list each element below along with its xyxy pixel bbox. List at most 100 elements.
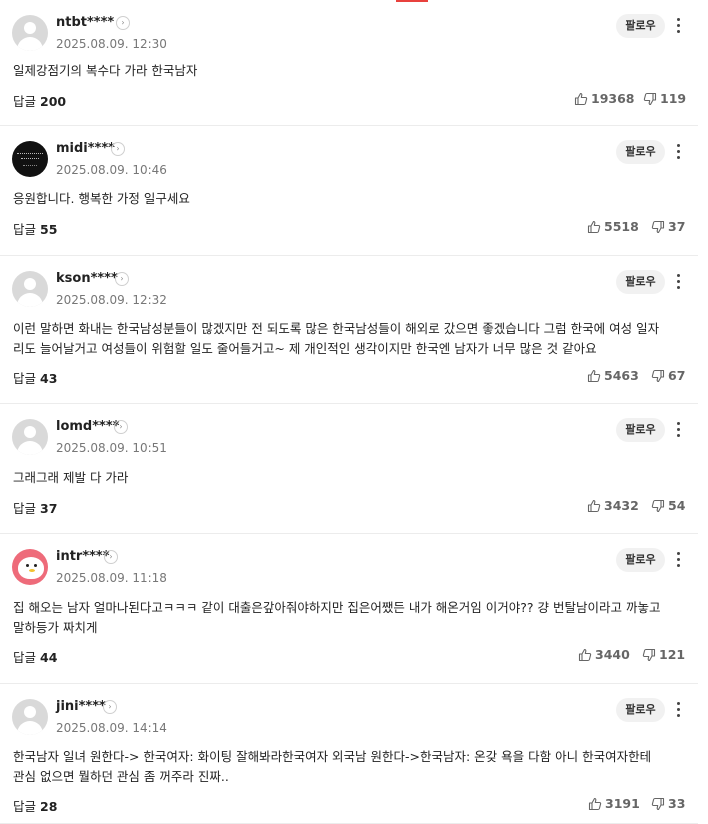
comment-text: 한국남자 일녀 원한다-> 한국여자: 화이팅 잘해봐라한국여자 외국남 원한다… [13,749,652,784]
follow-button[interactable]: 팔로우 [616,698,665,722]
dislike-count: 121 [659,647,686,662]
reply-count: 28 [40,799,58,814]
dislike-count: 54 [668,498,686,513]
like-button[interactable]: 3440 [578,647,630,662]
like-button[interactable]: 5463 [587,368,639,383]
thumbs-down-icon [651,368,668,383]
reply-button[interactable]: 답글 200 [13,91,66,110]
thumbs-down-icon [651,796,668,811]
comment-date: 2025.08.09. 12:30 [56,37,167,51]
reply-count: 55 [40,222,58,237]
thumbs-down-icon [643,91,660,106]
reply-count: 44 [40,650,58,665]
reply-count: 200 [40,94,67,109]
thumbs-down-icon [651,498,668,513]
dislike-button[interactable]: 119 [643,91,686,106]
dislike-count: 67 [668,368,686,383]
dislike-button[interactable]: 33 [651,796,685,811]
thumbs-down-icon [642,647,659,662]
comment-text: 이런 말하면 화내는 한국남성분들이 많겠지만 전 되도록 많은 한국남성들이 … [13,321,660,356]
comment-date: 2025.08.09. 10:46 [56,163,167,177]
like-count: 5463 [604,368,639,383]
more-options-icon[interactable] [672,142,684,162]
avatar[interactable] [12,271,48,307]
comment-date: 2025.08.09. 11:18 [56,571,167,585]
comment-item: jini**** › 2025.08.09. 14:14 팔로우 한국남자 일녀… [0,684,698,824]
reply-label: 답글 [13,501,37,516]
chevron-right-icon[interactable]: › [114,420,128,434]
dislike-count: 37 [668,219,686,234]
reply-button[interactable]: 답글 44 [13,647,57,666]
chevron-right-icon[interactable]: › [116,16,130,30]
comment-date: 2025.08.09. 12:32 [56,293,167,307]
more-options-icon[interactable] [672,420,684,440]
like-count: 19368 [591,91,635,106]
like-button[interactable]: 19368 [574,91,635,106]
comment-date: 2025.08.09. 14:14 [56,721,167,735]
chevron-right-icon[interactable]: › [104,550,118,564]
chevron-right-icon[interactable]: › [103,700,117,714]
comment-text: 집 해오는 남자 얼마나된다고ㅋㅋㅋ 같이 대출은갚아줘야하지만 집은어쨌든 내… [13,600,661,635]
nickname[interactable]: intr**** [56,549,110,564]
comment-text: 그래그래 제발 다 가라 [13,470,129,485]
avatar[interactable] [12,15,48,51]
reply-label: 답글 [13,371,37,386]
nickname[interactable]: jini**** [56,699,106,714]
reply-label: 답글 [13,650,37,665]
dislike-button[interactable]: 121 [642,647,685,662]
comment-item: kson**** › 2025.08.09. 12:32 팔로우 이런 말하면 … [0,256,698,404]
chevron-right-icon[interactable]: › [111,142,125,156]
reply-label: 답글 [13,799,37,814]
nickname[interactable]: midi**** [56,141,115,156]
follow-button[interactable]: 팔로우 [616,14,665,38]
like-count: 3191 [605,796,640,811]
avatar[interactable] [12,419,48,455]
avatar[interactable] [12,141,48,177]
thumbs-down-icon [651,219,668,234]
comment-text: 일제강점기의 복수다 가라 한국남자 [13,63,198,78]
like-button[interactable]: 3191 [588,796,640,811]
follow-button[interactable]: 팔로우 [616,140,665,164]
dislike-button[interactable]: 54 [651,498,685,513]
reply-button[interactable]: 답글 37 [13,498,57,517]
dislike-count: 33 [668,796,686,811]
follow-button[interactable]: 팔로우 [616,548,665,572]
comment-date: 2025.08.09. 10:51 [56,441,167,455]
reply-button[interactable]: 답글 28 [13,796,57,815]
comment-item: lomd**** › 2025.08.09. 10:51 팔로우 그래그래 제발… [0,404,698,534]
reply-count: 43 [40,371,58,386]
reply-button[interactable]: 답글 55 [13,219,57,238]
reply-label: 답글 [13,94,37,109]
follow-button[interactable]: 팔로우 [616,418,665,442]
more-options-icon[interactable] [672,700,684,720]
thumbs-up-icon [587,498,604,513]
avatar[interactable] [12,699,48,735]
dislike-button[interactable]: 67 [651,368,685,383]
comment-item: intr**** › 2025.08.09. 11:18 팔로우 집 해오는 남… [0,534,698,684]
reply-label: 답글 [13,222,37,237]
nickname[interactable]: ntbt**** [56,15,114,30]
nickname[interactable]: lomd**** [56,419,119,434]
like-count: 3432 [604,498,639,513]
more-options-icon[interactable] [672,550,684,570]
dislike-button[interactable]: 37 [651,219,685,234]
like-button[interactable]: 3432 [587,498,639,513]
thumbs-up-icon [578,647,595,662]
thumbs-up-icon [587,368,604,383]
follow-button[interactable]: 팔로우 [616,270,665,294]
dislike-count: 119 [660,91,687,106]
comment-text: 응원합니다. 행복한 가정 일구세요 [13,191,190,206]
like-count: 5518 [604,219,639,234]
like-count: 3440 [595,647,630,662]
avatar[interactable] [12,549,48,585]
reply-count: 37 [40,501,58,516]
more-options-icon[interactable] [672,16,684,36]
thumbs-up-icon [587,219,604,234]
more-options-icon[interactable] [672,272,684,292]
reply-button[interactable]: 답글 43 [13,368,57,387]
thumbs-up-icon [574,91,591,106]
nickname[interactable]: kson**** [56,271,118,286]
comment-item: ntbt**** › 2025.08.09. 12:30 팔로우 일제강점기의 … [0,0,698,126]
like-button[interactable]: 5518 [587,219,639,234]
chevron-right-icon[interactable]: › [115,272,129,286]
